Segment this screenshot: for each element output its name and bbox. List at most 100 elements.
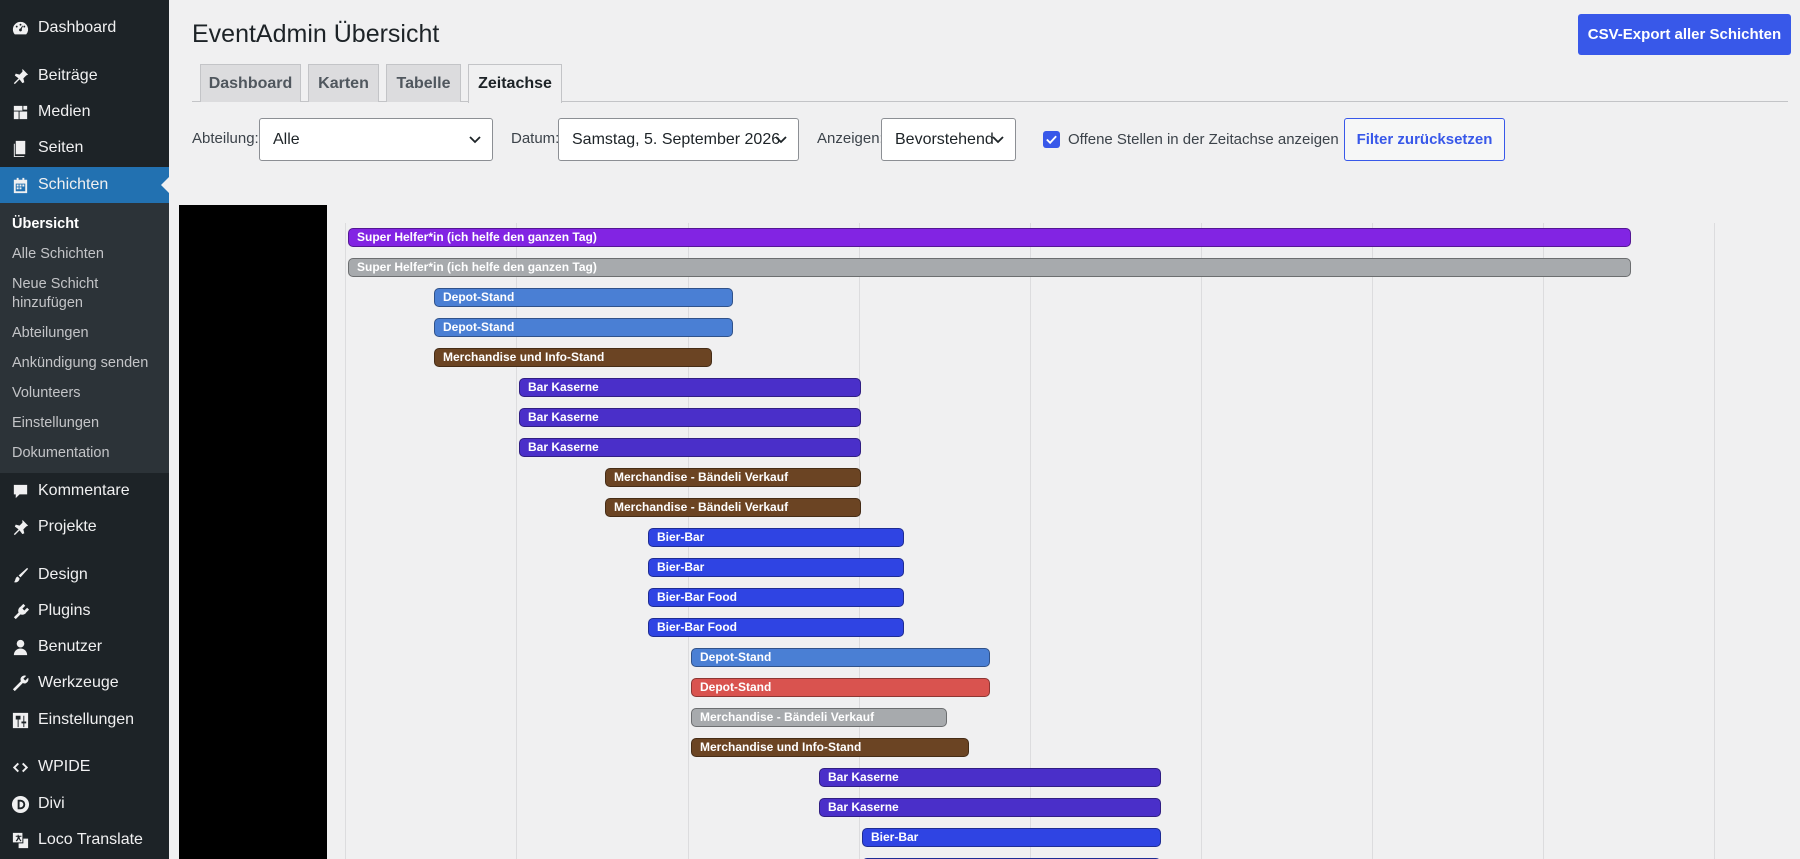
menu-label: Dashboard: [38, 19, 117, 36]
submenu-item-volunteers[interactable]: Volunteers: [12, 384, 162, 403]
menu-item-plugins[interactable]: Plugins: [0, 593, 169, 629]
shift-bar[interactable]: Bier-Bar: [648, 558, 904, 577]
submenu-item-dokumentation[interactable]: Dokumentation: [12, 444, 162, 463]
tab-zeitachse[interactable]: Zeitachse: [468, 64, 562, 103]
shift-bar[interactable]: Depot-Stand: [434, 318, 733, 337]
shift-bar[interactable]: Merchandise und Info-Stand: [434, 348, 712, 367]
menu-item-beitraege[interactable]: Beiträge: [0, 58, 169, 94]
menu-item-seiten[interactable]: Seiten: [0, 130, 169, 166]
submenu-item-neue-schicht[interactable]: Neue Schicht hinzufügen: [12, 275, 127, 313]
submenu-item-alle-schichten[interactable]: Alle Schichten: [12, 245, 162, 264]
anzeigen-label: Anzeigen:: [817, 130, 884, 147]
code-icon: [8, 755, 32, 779]
menu-item-design[interactable]: Design: [0, 557, 169, 593]
abteilung-label: Abteilung:: [192, 130, 259, 147]
settings-icon: [8, 708, 32, 732]
menu-item-kommentare[interactable]: Kommentare: [0, 473, 169, 509]
page-title: EventAdmin Übersicht: [192, 20, 440, 48]
timeline-area: Super Helfer*in (ich helfe den ganzen Ta…: [327, 205, 1800, 859]
shift-bar[interactable]: Merchandise - Bändeli Verkauf: [691, 708, 947, 727]
shift-bar[interactable]: Depot-Stand: [691, 648, 990, 667]
tab-dashboard[interactable]: Dashboard: [200, 64, 301, 102]
menu-item-benutzer[interactable]: Benutzer: [0, 629, 169, 665]
menu-label: Werkzeuge: [38, 674, 119, 691]
shift-bar[interactable]: Merchandise - Bändeli Verkauf: [605, 468, 861, 487]
datum-label: Datum:: [511, 130, 560, 147]
comment-icon: [8, 479, 32, 503]
shift-bar[interactable]: Bier-Bar Food: [648, 588, 904, 607]
menu-label: Einstellungen: [38, 711, 135, 728]
shift-bar[interactable]: Bar Kaserne: [519, 438, 861, 457]
schichten-submenu: Übersicht Alle Schichten Neue Schicht hi…: [0, 203, 169, 473]
open-positions-checkbox[interactable]: [1043, 131, 1060, 148]
shift-bar[interactable]: Merchandise - Bändeli Verkauf: [605, 498, 861, 517]
menu-label: Beiträge: [38, 67, 98, 84]
timeline-gridline: [345, 223, 346, 859]
anzeigen-select[interactable]: Bevorstehend: [881, 118, 1016, 161]
timeline: Super Helfer*in (ich helfe den ganzen Ta…: [179, 205, 1800, 859]
menu-item-schichten[interactable]: Schichten: [0, 167, 169, 203]
timeline-gridline: [1714, 223, 1715, 859]
shift-bar[interactable]: Super Helfer*in (ich helfe den ganzen Ta…: [348, 228, 1631, 247]
reset-filter-button[interactable]: Filter zurücksetzen: [1344, 118, 1505, 161]
chevron-down-icon: [774, 132, 788, 146]
shift-bar[interactable]: Depot-Stand: [691, 678, 990, 697]
tab-karten[interactable]: Karten: [308, 64, 379, 102]
menu-label: Plugins: [38, 602, 91, 619]
shift-bar[interactable]: Bar Kaserne: [519, 378, 861, 397]
abteilung-value: Alle: [273, 130, 300, 148]
pin-icon: [8, 515, 32, 539]
csv-export-button[interactable]: CSV-Export aller Schichten: [1578, 14, 1791, 55]
dashboard-icon: [8, 16, 32, 40]
menu-item-einstellungen[interactable]: Einstellungen: [0, 702, 169, 738]
shift-bar[interactable]: Bier-Bar Food: [648, 618, 904, 637]
shift-bar[interactable]: Super Helfer*in (ich helfe den ganzen Ta…: [348, 258, 1631, 277]
menu-item-projekte[interactable]: Projekte: [0, 509, 169, 545]
menu-label: Benutzer: [38, 638, 103, 655]
shift-bar[interactable]: Bier-Bar: [648, 528, 904, 547]
open-positions-label: Offene Stellen in der Zeitachse anzeigen: [1068, 131, 1339, 148]
chevron-down-icon: [991, 132, 1005, 146]
shift-bar[interactable]: Bar Kaserne: [519, 408, 861, 427]
translate-icon: [8, 828, 32, 852]
shift-bar[interactable]: Bar Kaserne: [819, 798, 1161, 817]
shift-bar[interactable]: Depot-Stand: [434, 288, 733, 307]
menu-label: Loco Translate: [38, 831, 143, 848]
datum-select[interactable]: Samstag, 5. September 2026: [558, 118, 799, 161]
pin-icon: [8, 64, 32, 88]
menu-label: Kommentare: [38, 482, 130, 499]
menu-label: Seiten: [38, 139, 84, 156]
submenu-item-ankuendigung[interactable]: Ankündigung senden: [12, 354, 162, 373]
menu-item-wpide[interactable]: WPIDE: [0, 749, 169, 785]
menu-item-dashboard[interactable]: Dashboard: [0, 10, 169, 46]
menu-label: Schichten: [38, 176, 109, 193]
tab-tabelle[interactable]: Tabelle: [386, 64, 461, 102]
shift-bar[interactable]: Bar Kaserne: [819, 768, 1161, 787]
timeline-label-column: [179, 205, 327, 859]
divi-icon: [8, 792, 32, 816]
wrench-icon: [8, 671, 32, 695]
menu-label: Projekte: [38, 518, 97, 535]
user-icon: [8, 635, 32, 659]
brush-icon: [8, 563, 32, 587]
nav-tabs: Dashboard Karten Tabelle Zeitachse: [192, 64, 1788, 103]
plugin-icon: [8, 599, 32, 623]
calendar-icon: [8, 173, 32, 197]
menu-item-divi[interactable]: Divi: [0, 786, 169, 822]
abteilung-select[interactable]: Alle: [259, 118, 493, 161]
checkmark-icon: [1046, 135, 1057, 145]
submenu-item-einstellungen[interactable]: Einstellungen: [12, 414, 162, 433]
menu-item-medien[interactable]: Medien: [0, 94, 169, 130]
submenu-item-abteilungen[interactable]: Abteilungen: [12, 324, 162, 343]
shift-bar[interactable]: Bier-Bar: [862, 828, 1161, 847]
media-icon: [8, 100, 32, 124]
admin-sidebar: Übersicht Alle Schichten Neue Schicht hi…: [0, 0, 169, 859]
submenu-item-uebersicht[interactable]: Übersicht: [12, 215, 162, 234]
menu-item-werkzeuge[interactable]: Werkzeuge: [0, 665, 169, 701]
pages-icon: [8, 136, 32, 160]
datum-value: Samstag, 5. September 2026: [572, 130, 781, 148]
menu-label: Divi: [38, 795, 65, 812]
menu-item-loco-translate[interactable]: Loco Translate: [0, 822, 169, 858]
anzeigen-value: Bevorstehend: [895, 130, 994, 148]
shift-bar[interactable]: Merchandise und Info-Stand: [691, 738, 969, 757]
